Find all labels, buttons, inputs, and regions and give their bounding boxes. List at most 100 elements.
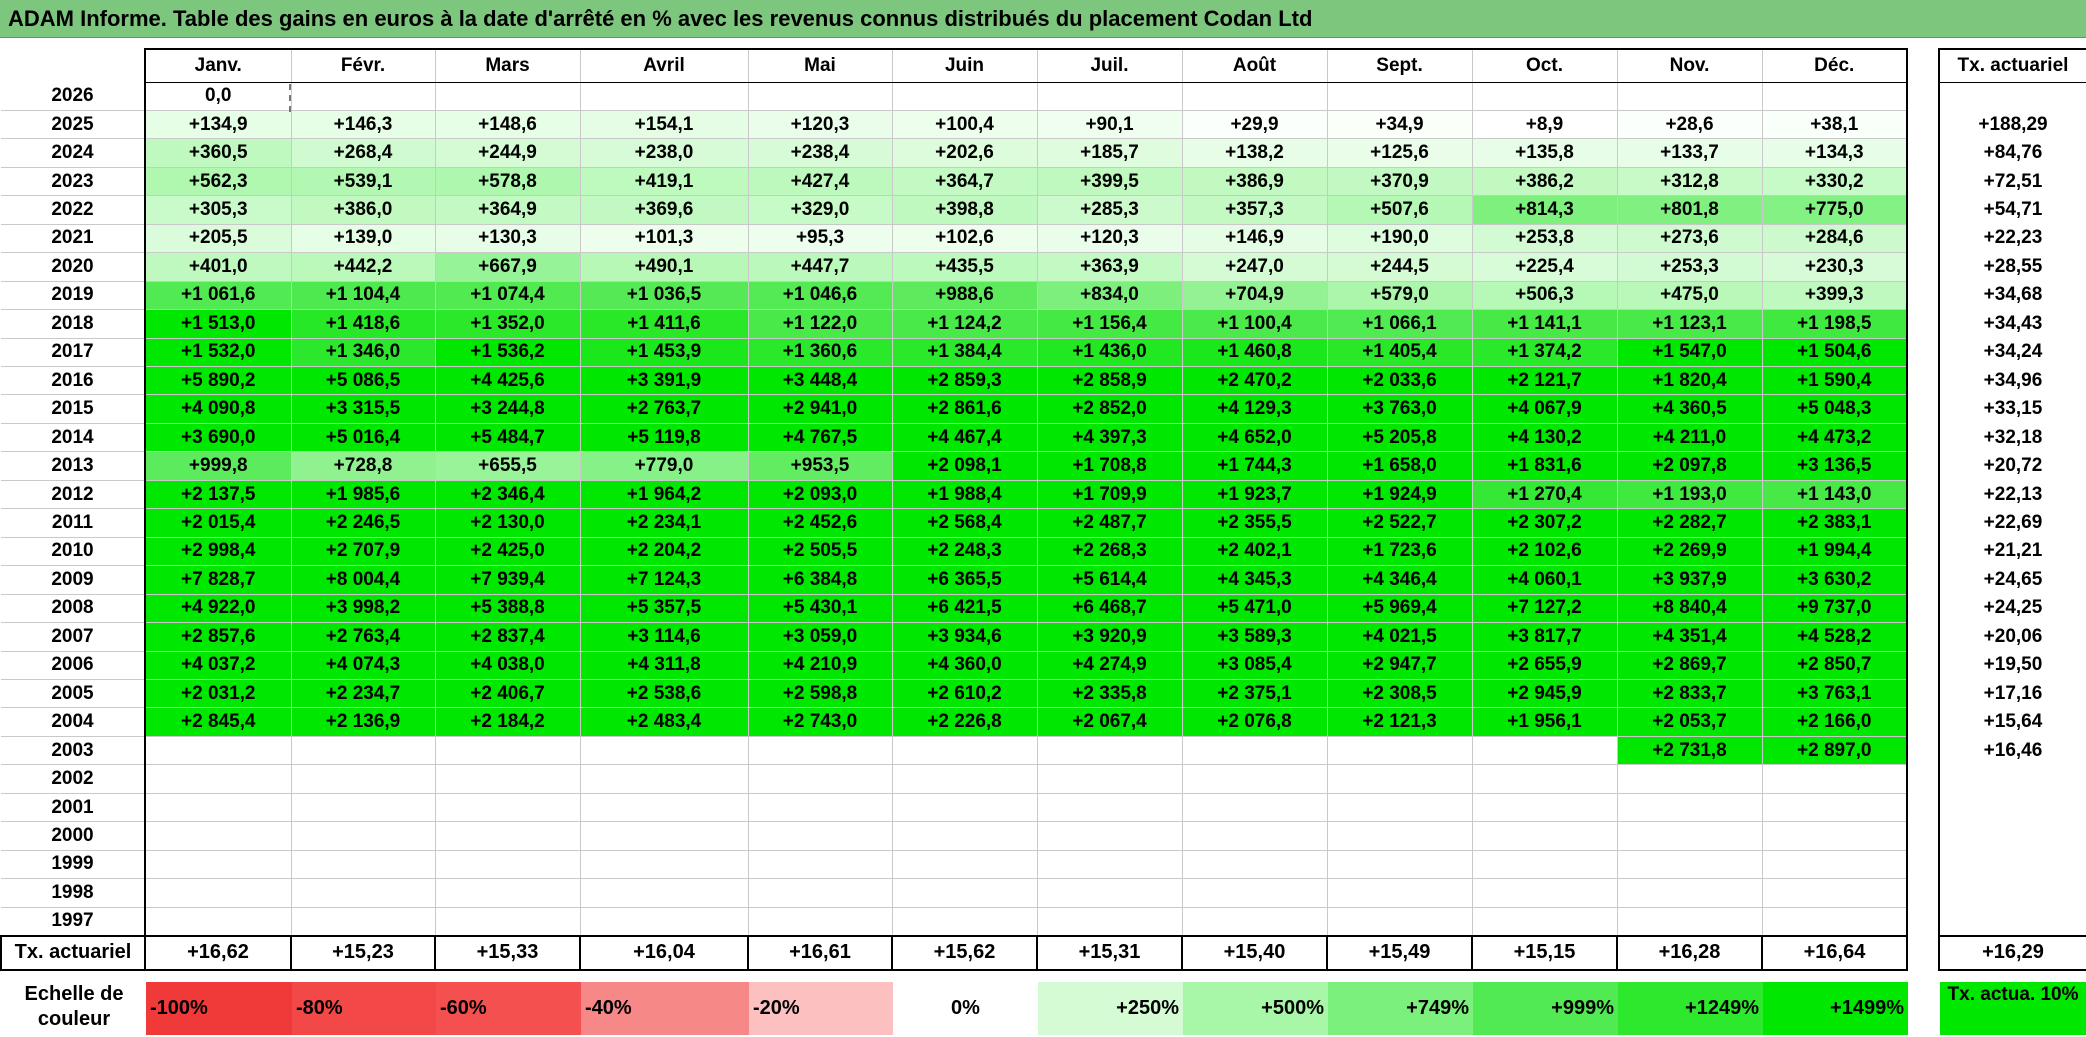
gain-cell: +6 421,5 <box>891 593 1038 624</box>
gain-cell: +2 402,1 <box>1181 536 1328 567</box>
gain-cell <box>1616 849 1763 880</box>
rate-row: +15,64 <box>1938 707 2086 737</box>
gain-cell: +3 690,0 <box>144 422 292 453</box>
gain-cell <box>1761 764 1908 794</box>
gain-cell: +4 067,9 <box>1471 394 1618 424</box>
gain-cell: +507,6 <box>1326 195 1473 225</box>
gain-cell: +2 861,6 <box>891 394 1038 424</box>
rate-row: +34,96 <box>1938 366 2086 395</box>
rate-row: +17,16 <box>1938 679 2086 708</box>
gain-cell <box>290 849 436 880</box>
gain-cell: +5 357,5 <box>579 593 749 624</box>
gain-cell: +1 156,4 <box>1036 309 1183 339</box>
gain-cell: +2 707,9 <box>290 536 436 567</box>
gain-cell <box>144 849 292 880</box>
gain-cell: +4 345,3 <box>1181 565 1328 595</box>
gain-cell <box>434 849 581 880</box>
year-label: 2022 <box>1 195 146 225</box>
gain-cell <box>1616 906 1763 937</box>
gain-cell <box>891 849 1038 880</box>
year-label: 2004 <box>1 707 146 737</box>
legend-swatch: -40% <box>581 982 749 1035</box>
gain-cell <box>1471 764 1618 794</box>
gain-cell: +2 833,7 <box>1616 679 1763 709</box>
column-header-month: Août <box>1181 48 1328 83</box>
column-header-month: Juil. <box>1036 48 1183 83</box>
gain-cell <box>290 906 436 937</box>
gain-cell: +1 820,4 <box>1616 366 1763 396</box>
rate-row: +24,25 <box>1938 594 2086 623</box>
gain-cell: +120,3 <box>747 109 893 140</box>
rate-cell: +20,06 <box>1938 622 2086 652</box>
rate-row: +20,72 <box>1938 451 2086 481</box>
rate-cell: +24,25 <box>1938 594 2086 623</box>
gain-cell: +2 204,2 <box>579 536 749 567</box>
table-row: 2017 +1 532,0 +1 346,0 +1 536,2 +1 453,9 +1 3… <box>1 337 1908 368</box>
gain-cell <box>290 764 436 794</box>
rate-cell: +19,50 <box>1938 651 2086 680</box>
gain-cell: +4 074,3 <box>290 650 436 681</box>
rate-row: +22,13 <box>1938 480 2086 509</box>
legend-swatch: +749% <box>1328 982 1473 1035</box>
gain-cell <box>1471 906 1618 937</box>
gain-cell: +1 074,4 <box>434 280 581 311</box>
gain-cell: +5 086,5 <box>290 366 436 396</box>
year-label: 2021 <box>1 223 146 254</box>
rate-cell: +22,13 <box>1938 480 2086 509</box>
year-label: 2010 <box>1 536 146 567</box>
gain-cell <box>747 821 893 851</box>
rate-cell: +17,16 <box>1938 679 2086 708</box>
gain-cell <box>1181 792 1328 823</box>
gain-cell: +148,6 <box>434 109 581 140</box>
year-label: 2024 <box>1 138 146 168</box>
gain-cell: +268,4 <box>290 138 436 168</box>
gain-cell: +1 504,6 <box>1761 337 1908 368</box>
gain-cell: +988,6 <box>891 280 1038 311</box>
gain-cell: +4 060,1 <box>1471 565 1618 595</box>
gain-cell <box>1326 764 1473 794</box>
gain-cell <box>579 792 749 823</box>
gain-cell <box>290 821 436 851</box>
year-label: 2011 <box>1 508 146 538</box>
gain-cell: +7 124,3 <box>579 565 749 595</box>
legend-swatch: -80% <box>292 982 436 1035</box>
column-header-month: Nov. <box>1616 48 1763 83</box>
rate-header-row: Tx. actuariel <box>1938 48 2086 83</box>
gain-cell: +1 143,0 <box>1761 479 1908 510</box>
gain-cell: +7 127,2 <box>1471 593 1618 624</box>
table-row: 2015 +4 090,8 +3 315,5 +3 244,8 +2 763,7 +2 9… <box>1 394 1908 424</box>
gain-cell: +284,6 <box>1761 223 1908 254</box>
gain-cell <box>747 764 893 794</box>
gain-cell: +2 743,0 <box>747 707 893 737</box>
year-label: 2001 <box>1 792 146 823</box>
footer-rate-cell: +15,62 <box>891 934 1038 971</box>
gain-cell <box>434 764 581 794</box>
gain-cell: +4 038,0 <box>434 650 581 681</box>
gain-cell <box>1761 878 1908 908</box>
table-row: 2021 +205,5 +139,0 +130,3 +101,3 +95,3 +102,6 +… <box>1 223 1908 254</box>
gain-cell <box>290 735 436 766</box>
gain-cell: +399,3 <box>1761 280 1908 311</box>
gain-cell: +5 890,2 <box>144 366 292 396</box>
gain-cell: +2 097,8 <box>1616 451 1763 481</box>
gain-cell: +2 248,3 <box>891 536 1038 567</box>
table-row: 2000 <box>1 821 1908 851</box>
legend-swatch-label: -20% <box>753 997 800 1019</box>
gain-cell: +2 845,4 <box>144 707 292 737</box>
gain-cell <box>1761 821 1908 851</box>
table-row: 2002 <box>1 764 1908 794</box>
rate-cell: +72,51 <box>1938 167 2086 196</box>
gain-cell: +1 964,2 <box>579 479 749 510</box>
gain-cell: +138,2 <box>1181 138 1328 168</box>
gain-cell: +130,3 <box>434 223 581 254</box>
gain-cell: +1 985,6 <box>290 479 436 510</box>
title-bar: ADAM Informe. Table des gains en euros à… <box>0 0 2086 38</box>
year-label: 2015 <box>1 394 146 424</box>
table-row: 2014 +3 690,0 +5 016,4 +5 484,7 +5 119,8 +4 7… <box>1 422 1908 453</box>
gain-cell: +779,0 <box>579 451 749 481</box>
gain-cell: +2 858,9 <box>1036 366 1183 396</box>
table-row: 2010 +2 998,4 +2 707,9 +2 425,0 +2 204,2 +2 5… <box>1 536 1908 567</box>
gain-cell <box>1761 849 1908 880</box>
rate-row: +54,71 <box>1938 195 2086 225</box>
column-header-month: Mars <box>434 48 581 83</box>
